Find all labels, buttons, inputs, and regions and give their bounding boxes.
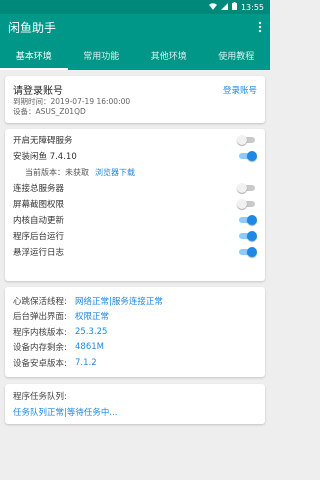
setting-label: 开启无障碍服务: [13, 136, 73, 146]
setting-install: 安装闲鱼 7.4.10: [13, 148, 257, 164]
status-bar: 13:55: [0, 0, 270, 14]
tab-label: 使用教程: [218, 51, 255, 62]
tab-tutorial[interactable]: 使用教程: [203, 40, 271, 70]
tab-label: 其他环境: [150, 51, 187, 62]
setting-label: 程序后台运行: [13, 232, 65, 242]
auto-update-toggle[interactable]: [237, 215, 257, 225]
info-value: 网络正常|服务连接正常: [75, 296, 163, 307]
background-run-toggle[interactable]: [237, 231, 257, 241]
setting-label: 内核自动更新: [13, 216, 65, 226]
setting-auto-update: 内核自动更新: [13, 212, 257, 228]
setting-accessibility: 开启无障碍服务: [13, 132, 257, 148]
device-name: 设备：ASUS_Z01QD: [13, 107, 86, 116]
login-title: 请登录账号: [13, 86, 63, 97]
current-version-row: 当前版本：未获取 浏览器下载: [13, 164, 257, 180]
info-value: 4861M: [75, 342, 104, 353]
expire-time: 到期时间：2019-07-19 16:00:00: [13, 97, 131, 106]
wifi-icon: [208, 2, 217, 12]
tab-basic-env[interactable]: 基本环境: [0, 40, 68, 70]
connect-server-toggle[interactable]: [237, 183, 257, 193]
install-toggle[interactable]: [237, 151, 257, 161]
tab-label: 常用功能: [83, 51, 120, 62]
setting-label: 屏幕截图权限: [13, 200, 65, 210]
info-value: 7.1.2: [75, 357, 97, 368]
info-memory: 设备内存剩余: 4861M: [13, 340, 257, 356]
signal-icon: [220, 2, 228, 12]
app-bar: 闲鱼助手: [0, 14, 270, 40]
status-time: 13:55: [240, 2, 264, 12]
info-key: 程序内核版本:: [13, 327, 67, 338]
info-card: 心跳保活线程: 网络正常|服务连接正常 后台弹出界面: 权限正常 程序内核版本:…: [5, 287, 265, 377]
overflow-menu-icon[interactable]: [258, 18, 262, 37]
app-title: 闲鱼助手: [8, 20, 57, 35]
task-queue-label: 程序任务队列:: [13, 392, 67, 402]
setting-screenshot: 屏幕截图权限: [13, 196, 257, 212]
info-value: 权限正常: [75, 312, 110, 323]
battery-icon: [231, 2, 237, 12]
current-version: 当前版本：未获取: [25, 167, 89, 177]
info-kernel-version: 程序内核版本: 25.3.25: [13, 324, 257, 340]
info-key: 后台弹出界面:: [13, 312, 67, 323]
info-value: 25.3.25: [75, 326, 108, 337]
info-android-version: 设备安卓版本: 7.1.2: [13, 355, 257, 371]
tasks-card: 程序任务队列: 任务队列正常|等待任务中...: [5, 384, 265, 424]
setting-label: 安装闲鱼 7.4.10: [13, 152, 77, 162]
setting-label: 连接总服务器: [13, 184, 65, 194]
info-key: 设备安卓版本:: [13, 358, 67, 369]
accessibility-toggle[interactable]: [237, 135, 257, 145]
info-key: 设备内存剩余:: [13, 343, 67, 354]
task-queue-status: 任务队列正常|等待任务中...: [13, 408, 118, 418]
float-log-toggle[interactable]: [237, 247, 257, 257]
setting-background-run: 程序后台运行: [13, 228, 257, 244]
info-background-popup: 后台弹出界面: 权限正常: [13, 309, 257, 325]
login-card: 请登录账号 到期时间：2019-07-19 16:00:00 设备：ASUS_Z…: [5, 76, 265, 123]
info-heartbeat: 心跳保活线程: 网络正常|服务连接正常: [13, 293, 257, 309]
setting-float-log: 悬浮运行日志: [13, 244, 257, 260]
login-link[interactable]: 登录账号: [223, 84, 257, 96]
tab-bar: 基本环境 常用功能 其他环境 使用教程: [0, 40, 270, 70]
setting-connect-server: 连接总服务器: [13, 180, 257, 196]
settings-card: 开启无障碍服务 安装闲鱼 7.4.10 当前版本：未获取 浏览器下载 连接总服务…: [5, 129, 265, 281]
tab-other-env[interactable]: 其他环境: [135, 40, 203, 70]
setting-label: 悬浮运行日志: [13, 248, 65, 258]
info-key: 心跳保活线程:: [13, 296, 67, 307]
tab-label: 基本环境: [15, 51, 52, 62]
tab-common-features[interactable]: 常用功能: [68, 40, 136, 70]
screenshot-toggle[interactable]: [237, 199, 257, 209]
browser-download-link[interactable]: 浏览器下载: [95, 167, 135, 178]
